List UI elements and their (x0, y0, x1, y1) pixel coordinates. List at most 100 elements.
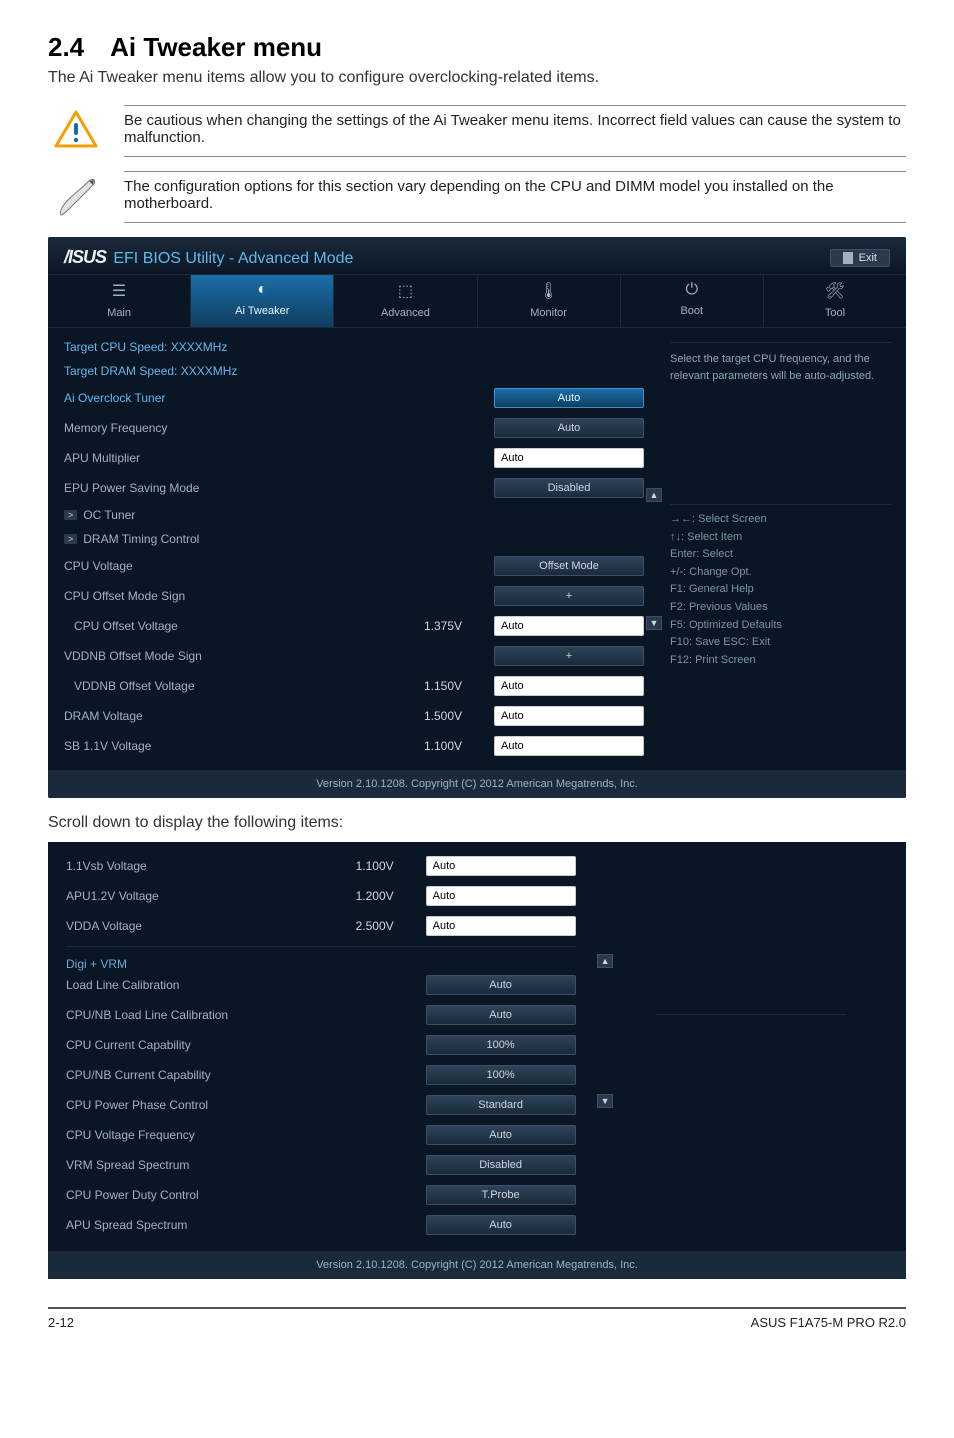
vdda-value[interactable]: Auto (426, 916, 576, 936)
bios-footer: Version 2.10.1208. Copyright (C) 2012 Am… (48, 770, 906, 798)
chevron-right-icon: > (64, 510, 77, 520)
tab-boot[interactable]: ⏻ Boot (621, 275, 764, 327)
cpu-voltage-label: CPU Voltage (64, 559, 133, 573)
chip-icon: ⬚ (334, 281, 476, 301)
phase-value[interactable]: Standard (426, 1095, 576, 1115)
cpu-offset-sign-value[interactable]: + (494, 586, 644, 606)
caution-callout: Be cautious when changing the settings o… (48, 105, 906, 157)
bios-logo: /ISUS (64, 247, 106, 267)
power-icon: ⏻ (621, 281, 763, 299)
note-icon (50, 171, 102, 219)
vsb-value[interactable]: Auto (426, 856, 576, 876)
tool-icon: 🛠 (764, 281, 906, 301)
apu-ss-value[interactable]: Auto (426, 1215, 576, 1235)
vddnb-offset-voltage-reading: 1.150V (414, 679, 494, 693)
side-divider (656, 1014, 846, 1015)
chevron-right-icon: > (64, 534, 77, 544)
dram-voltage-reading: 1.500V (414, 709, 494, 723)
cpu-vfreq-label: CPU Voltage Frequency (66, 1128, 195, 1142)
sb-11v-value[interactable]: Auto (494, 736, 644, 756)
dram-voltage-label: DRAM Voltage (64, 709, 414, 723)
llc-label: Load Line Calibration (66, 978, 179, 992)
scroll-up-arrow-2[interactable]: ▲ (597, 954, 613, 968)
apu12-value[interactable]: Auto (426, 886, 576, 906)
gauge-icon: ◐ (191, 281, 333, 299)
vrm-ss-value[interactable]: Disabled (426, 1155, 576, 1175)
bios-footer-2: Version 2.10.1208. Copyright (C) 2012 Am… (48, 1251, 906, 1279)
cpunb-llc-label: CPU/NB Load Line Calibration (66, 1008, 228, 1022)
memory-frequency-value[interactable]: Auto (494, 418, 644, 438)
vdda-reading: 2.500V (346, 919, 426, 933)
digi-vrm-header: Digi + VRM (66, 957, 576, 971)
exit-button[interactable]: Exit (830, 249, 890, 267)
vsb-label: 1.1Vsb Voltage (66, 859, 346, 873)
cpu-cap-value[interactable]: 100% (426, 1035, 576, 1055)
cpu-cap-label: CPU Current Capability (66, 1038, 191, 1052)
thermometer-icon: 🌡 (478, 281, 620, 301)
dram-timing-submenu[interactable]: > DRAM Timing Control (64, 532, 644, 546)
footer-model: ASUS F1A75-M PRO R2.0 (751, 1315, 906, 1330)
tab-advanced[interactable]: ⬚ Advanced (334, 275, 477, 327)
llc-value[interactable]: Auto (426, 975, 576, 995)
scroll-up-arrow[interactable]: ▲ (646, 488, 662, 502)
exit-icon (843, 252, 853, 264)
apu-multiplier-value[interactable]: Auto (494, 448, 644, 468)
page-number: 2-12 (48, 1315, 74, 1330)
vddnb-offset-sign-label: VDDNB Offset Mode Sign (64, 649, 202, 663)
ai-overclock-tuner-value[interactable]: Auto (494, 388, 644, 408)
key-help: →←: Select Screen ↑↓: Select Item Enter:… (670, 504, 892, 669)
duty-value[interactable]: T.Probe (426, 1185, 576, 1205)
cpu-offset-voltage-value[interactable]: Auto (494, 616, 644, 636)
scroll-down-arrow[interactable]: ▼ (646, 616, 662, 630)
vrm-ss-label: VRM Spread Spectrum (66, 1158, 189, 1172)
vddnb-offset-voltage-value[interactable]: Auto (494, 676, 644, 696)
vddnb-offset-sign-value[interactable]: + (494, 646, 644, 666)
cpu-voltage-value[interactable]: Offset Mode (494, 556, 644, 576)
cpunb-cap-value[interactable]: 100% (426, 1065, 576, 1085)
target-cpu-speed: Target CPU Speed: XXXXMHz (64, 340, 644, 354)
note-text: The configuration options for this secti… (124, 172, 906, 222)
target-dram-speed: Target DRAM Speed: XXXXMHz (64, 364, 644, 378)
oc-tuner-submenu[interactable]: > OC Tuner (64, 508, 644, 522)
note-callout: The configuration options for this secti… (48, 171, 906, 223)
cpu-offset-voltage-reading: 1.375V (414, 619, 494, 633)
apu-multiplier-label: APU Multiplier (64, 451, 140, 465)
vsb-reading: 1.100V (346, 859, 426, 873)
bios-title: EFI BIOS Utility - Advanced Mode (113, 250, 353, 267)
sb-11v-reading: 1.100V (414, 739, 494, 753)
section-heading: 2.4 Ai Tweaker menu (48, 32, 906, 63)
duty-label: CPU Power Duty Control (66, 1188, 199, 1202)
apu12-label: APU1.2V Voltage (66, 889, 346, 903)
tab-ai-tweaker[interactable]: ◐ Ai Tweaker (191, 275, 334, 327)
cpunb-cap-label: CPU/NB Current Capability (66, 1068, 211, 1082)
page-footer: 2-12 ASUS F1A75-M PRO R2.0 (48, 1307, 906, 1330)
epu-power-saving-value[interactable]: Disabled (494, 478, 644, 498)
exit-label: Exit (859, 252, 877, 264)
tab-monitor[interactable]: 🌡 Monitor (478, 275, 621, 327)
cpu-offset-voltage-label: CPU Offset Voltage (64, 619, 414, 633)
cpunb-llc-value[interactable]: Auto (426, 1005, 576, 1025)
caution-text: Be cautious when changing the settings o… (124, 106, 906, 156)
vdda-label: VDDA Voltage (66, 919, 346, 933)
list-icon: ☰ (48, 281, 190, 301)
intro-text: The Ai Tweaker menu items allow you to c… (48, 69, 906, 87)
bios-panel: /ISUS EFI BIOS Utility - Advanced Mode E… (48, 237, 906, 798)
memory-frequency-label: Memory Frequency (64, 421, 167, 435)
side-help-text: Select the target CPU frequency, and the… (670, 342, 892, 384)
phase-label: CPU Power Phase Control (66, 1098, 208, 1112)
bios-tabs: ☰ Main ◐ Ai Tweaker ⬚ Advanced 🌡 Monitor… (48, 274, 906, 328)
apu-ss-label: APU Spread Spectrum (66, 1218, 187, 1232)
sb-11v-label: SB 1.1V Voltage (64, 739, 414, 753)
dram-voltage-value[interactable]: Auto (494, 706, 644, 726)
bios-main-area: Target CPU Speed: XXXXMHz Target DRAM Sp… (48, 328, 656, 770)
bios-continued-panel: 1.1Vsb Voltage 1.100V Auto APU1.2V Volta… (48, 842, 906, 1279)
cpu-vfreq-value[interactable]: Auto (426, 1125, 576, 1145)
tab-tool[interactable]: 🛠 Tool (764, 275, 906, 327)
caution-icon (50, 105, 102, 149)
cpu-offset-sign-label: CPU Offset Mode Sign (64, 589, 185, 603)
tab-main[interactable]: ☰ Main (48, 275, 191, 327)
scroll-down-arrow-2[interactable]: ▼ (597, 1094, 613, 1108)
vddnb-offset-voltage-label: VDDNB Offset Voltage (64, 679, 414, 693)
epu-power-saving-label: EPU Power Saving Mode (64, 481, 199, 495)
scroll-note: Scroll down to display the following ite… (48, 814, 906, 832)
